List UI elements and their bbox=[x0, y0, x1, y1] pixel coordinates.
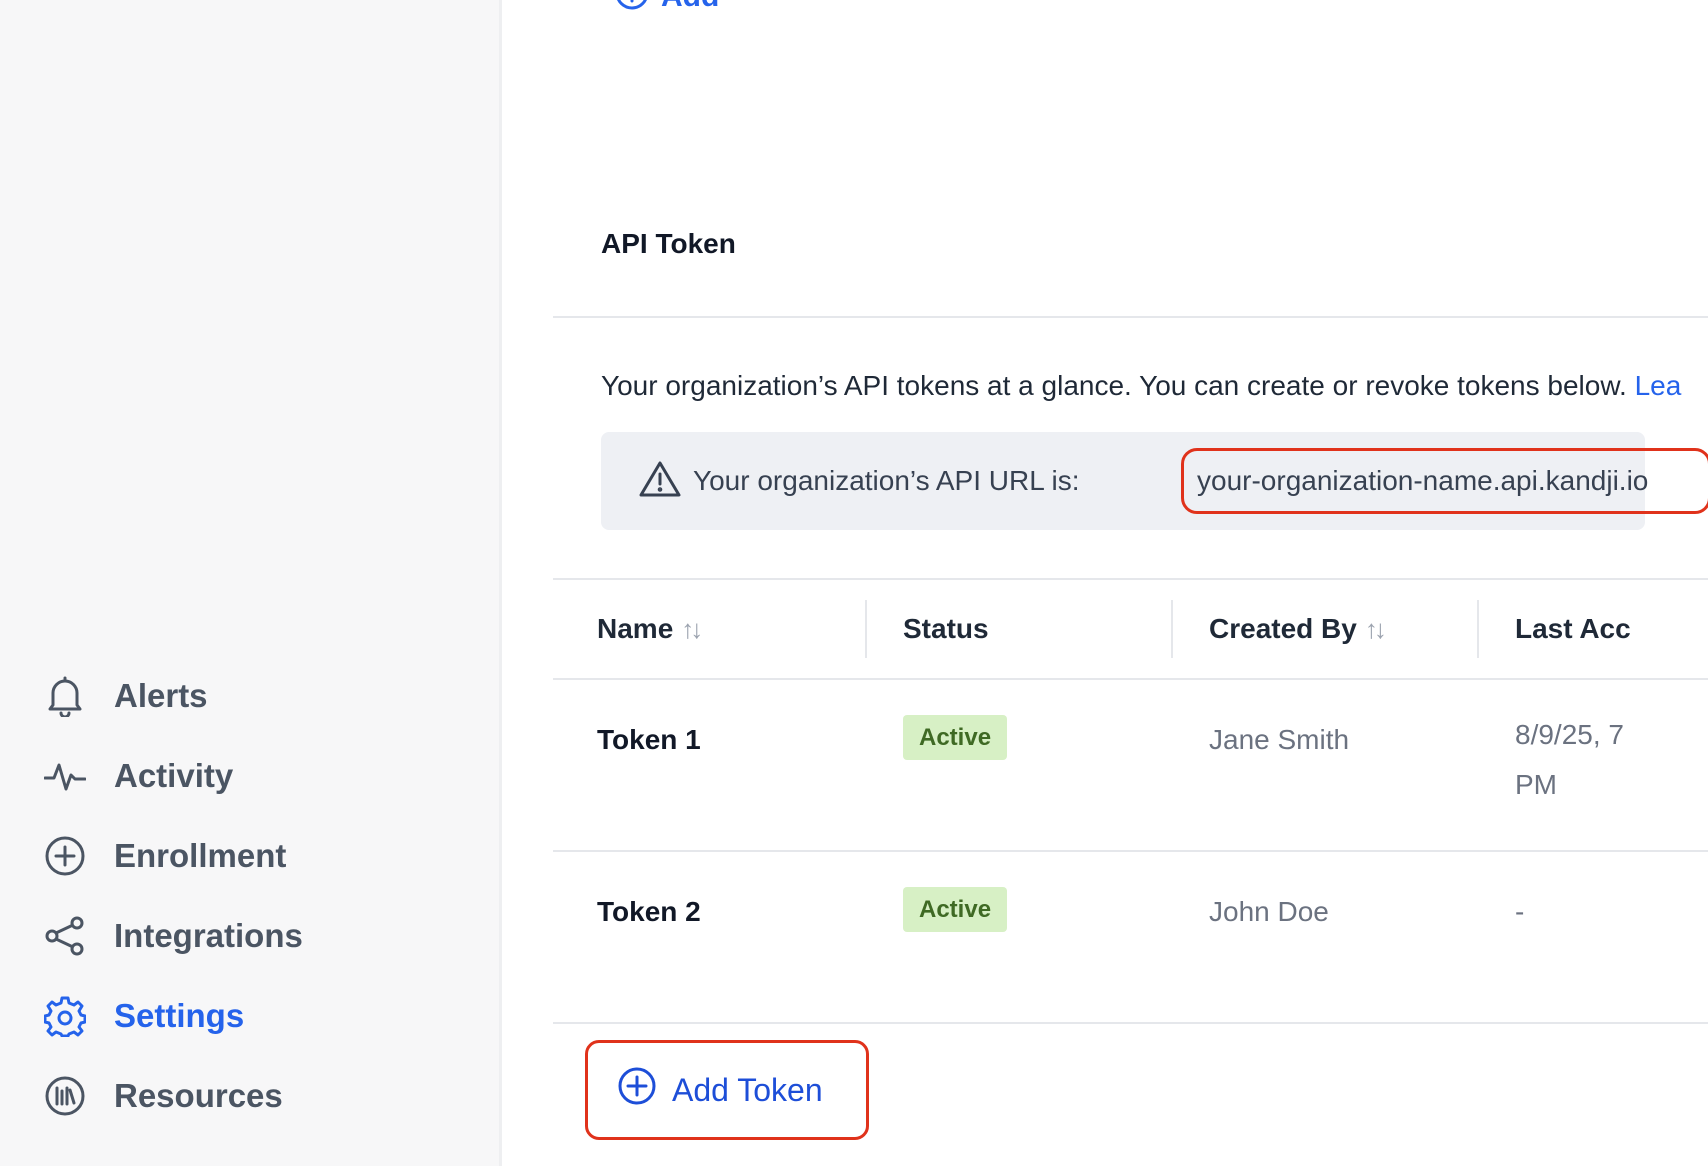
status-cell: Active bbox=[903, 715, 1008, 760]
plus-circle-icon bbox=[618, 1067, 656, 1113]
column-separator bbox=[1171, 600, 1173, 658]
token-name: Token 1 bbox=[597, 724, 701, 755]
sidebar-item-label: Activity bbox=[114, 757, 234, 794]
sidebar-item-enrollment[interactable]: Enrollment bbox=[44, 826, 484, 886]
table-row[interactable]: Token 1 Active Jane Smith 8/9/25, 7 PM bbox=[553, 680, 1708, 850]
add-token-button[interactable]: Add Token bbox=[585, 1040, 869, 1140]
sidebar-item-integrations[interactable]: Integrations bbox=[44, 906, 484, 966]
sort-icon: ↑↓ bbox=[681, 613, 703, 644]
divider bbox=[553, 316, 1708, 318]
column-header-last-accessed: Last Acc bbox=[1515, 613, 1631, 644]
section-title: API Token bbox=[601, 228, 736, 259]
learn-more-link[interactable]: Lea bbox=[1635, 370, 1682, 401]
sort-icon: ↑↓ bbox=[1364, 613, 1387, 644]
column-separator bbox=[1477, 600, 1479, 658]
sidebar-item-activity[interactable]: Activity bbox=[44, 746, 484, 806]
sidebar-item-alerts[interactable]: Alerts bbox=[44, 666, 484, 726]
share-nodes-icon bbox=[44, 915, 86, 957]
created-by: Jane Smith bbox=[1209, 724, 1350, 755]
sidebar-item-resources[interactable]: Resources bbox=[44, 1066, 484, 1126]
token-name: Token 2 bbox=[597, 896, 701, 927]
status-badge: Active bbox=[903, 887, 1008, 932]
library-icon bbox=[44, 1075, 86, 1117]
status-cell: Active bbox=[903, 887, 1008, 932]
column-header-created-by[interactable]: Created By ↑↓ bbox=[1209, 580, 1387, 678]
gear-icon bbox=[44, 995, 86, 1037]
api-url-highlight: your-organization-name.api.kandji.io bbox=[1181, 448, 1708, 514]
plus-circle-icon bbox=[44, 835, 86, 877]
column-separator bbox=[865, 600, 867, 658]
sidebar-item-label: Resources bbox=[114, 1077, 283, 1114]
api-url-label: Your organization’s API URL is: bbox=[693, 465, 1080, 496]
sidebar-item-label: Integrations bbox=[114, 917, 303, 954]
sidebar: Alerts Activity Enrollment Integrations bbox=[0, 0, 502, 1166]
created-by: John Doe bbox=[1209, 896, 1329, 927]
bell-icon bbox=[44, 675, 86, 717]
sidebar-item-settings[interactable]: Settings bbox=[44, 986, 484, 1046]
sidebar-item-label: Enrollment bbox=[114, 837, 287, 874]
api-url-value[interactable]: your-organization-name.api.kandji.io bbox=[1197, 465, 1648, 497]
table-header: Name ↑↓ Status Created By ↑↓ Last Acc bbox=[553, 580, 1708, 678]
add-label: Add bbox=[661, 0, 719, 14]
last-accessed: 8/9/25, 7 PM bbox=[1515, 719, 1624, 800]
divider bbox=[553, 1022, 1708, 1024]
sidebar-item-label: Settings bbox=[114, 997, 245, 1034]
last-accessed: - bbox=[1515, 896, 1525, 927]
sidebar-item-label: Alerts bbox=[114, 677, 208, 714]
activity-icon bbox=[44, 755, 86, 797]
plus-circle-icon bbox=[615, 0, 649, 18]
warning-icon bbox=[639, 460, 681, 503]
add-button-top[interactable]: Add bbox=[615, 0, 719, 18]
intro-body: Your organization’s API tokens at a glan… bbox=[601, 370, 1627, 401]
intro-text: Your organization’s API tokens at a glan… bbox=[601, 370, 1681, 402]
api-url-notice: Your organization’s API URL is: your-org… bbox=[601, 432, 1708, 530]
column-header-status: Status bbox=[903, 613, 989, 644]
add-token-label: Add Token bbox=[672, 1071, 823, 1108]
table-row[interactable]: Token 2 Active John Doe - bbox=[553, 852, 1708, 1022]
column-header-name[interactable]: Name ↑↓ bbox=[597, 580, 703, 678]
status-badge: Active bbox=[903, 715, 1008, 760]
main-content: Add API Token Your organization’s API to… bbox=[505, 0, 1708, 1166]
